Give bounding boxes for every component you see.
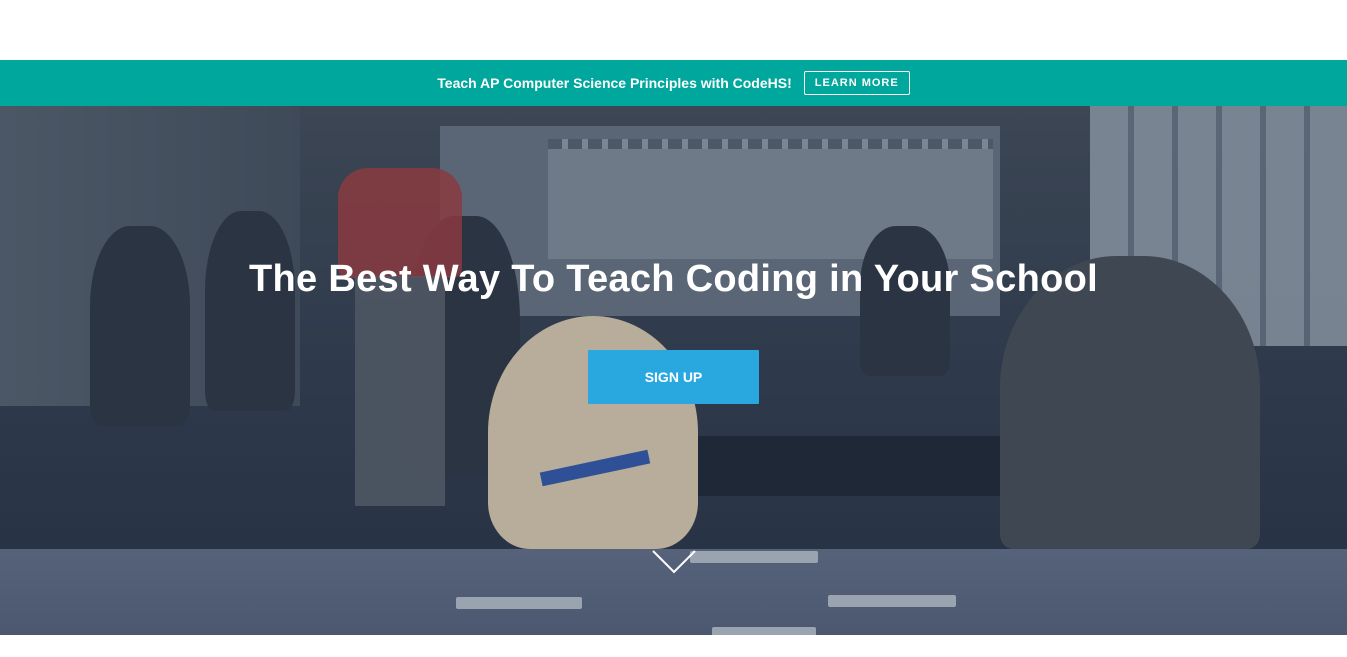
hero-background-alphabet-strip [548, 139, 993, 149]
chevron-down-icon[interactable] [652, 549, 696, 575]
sign-up-button[interactable]: SIGN UP [588, 350, 759, 404]
ceiling-light [712, 627, 816, 635]
promo-banner: Teach AP Computer Science Principles wit… [0, 60, 1347, 106]
page-bottom-spacer [0, 635, 1347, 657]
ceiling-light [456, 597, 582, 609]
ceiling-light [828, 595, 956, 607]
hero-lower-background [0, 549, 1347, 635]
ceiling-light [690, 551, 818, 563]
top-header-spacer [0, 0, 1347, 60]
hero-section: The Best Way To Teach Coding in Your Sch… [0, 106, 1347, 549]
hero-background-student [860, 226, 950, 376]
hero-background-student [90, 226, 190, 426]
hero-title: The Best Way To Teach Coding in Your Sch… [249, 258, 1098, 300]
hero-background-student [205, 211, 295, 411]
promo-text: Teach AP Computer Science Principles wit… [437, 75, 792, 91]
learn-more-button[interactable]: LEARN MORE [803, 71, 910, 95]
hero-background-teacher-legs [355, 276, 445, 506]
